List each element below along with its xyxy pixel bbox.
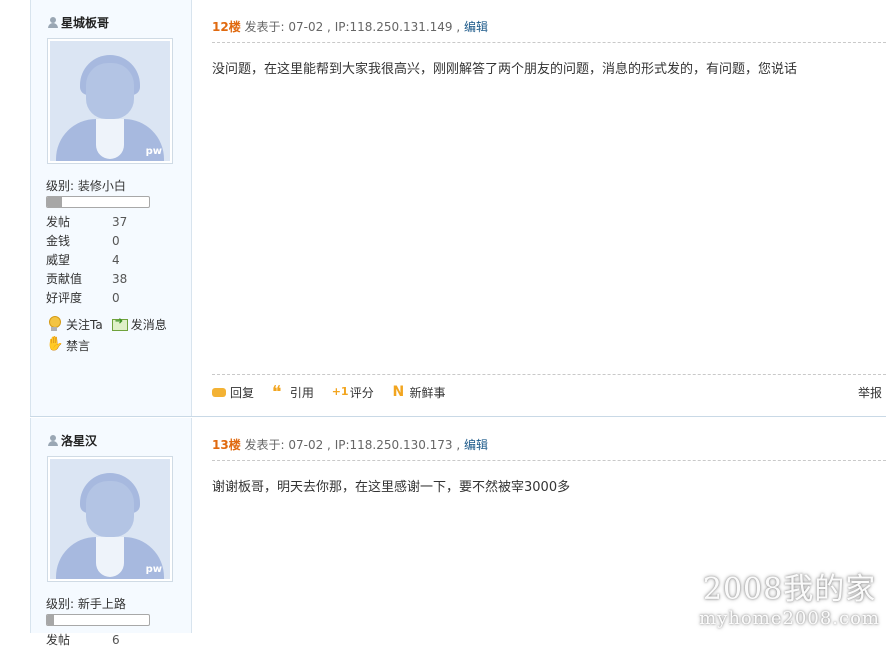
rate-button[interactable]: 评分: [332, 384, 374, 401]
message-button[interactable]: 发消息: [111, 314, 167, 334]
level-progress-bar: [46, 614, 150, 626]
quote-button[interactable]: 引用: [272, 382, 314, 403]
user-sidebar: 星城板哥 pw 级别: 装修小白 发帖 37 金钱 0 威望 4 贡献值 38 好评度 0…: [30, 0, 192, 416]
username[interactable]: 洛星汉: [48, 432, 97, 449]
stat-row: 金钱 0: [46, 233, 120, 249]
avatar-watermark: pw: [145, 564, 162, 575]
edit-link[interactable]: 编辑: [464, 20, 488, 34]
floor-number[interactable]: 13楼: [212, 438, 241, 452]
message-icon: [111, 316, 128, 332]
post-content: 谢谢板哥，明天去你那，在这里感谢一下，要不然被宰3000多: [212, 480, 571, 495]
post-body: 12楼 发表于: 07-02 , IP:118.250.131.149 , 编辑…: [192, 0, 886, 416]
post-header: 12楼 发表于: 07-02 , IP:118.250.131.149 , 编辑: [212, 18, 488, 35]
report-link[interactable]: 举报: [858, 384, 882, 401]
stat-row: 威望 4: [46, 252, 120, 268]
stat-row: 发帖 37: [46, 214, 128, 230]
user-icon: [48, 17, 58, 28]
post-content: 没问题，在这里能帮到大家我很高兴，刚刚解答了两个朋友的问题，消息的形式发的，有问…: [212, 62, 798, 77]
post-footer: 回复 引用 评分 新鲜事 举报: [212, 382, 886, 403]
level-progress-bar: [46, 196, 150, 208]
user-level: 级别: 新手上路: [46, 597, 126, 611]
avatar[interactable]: pw: [47, 456, 173, 582]
bulb-icon: [46, 316, 62, 332]
username-text[interactable]: 星城板哥: [61, 14, 109, 31]
username[interactable]: 星城板哥: [48, 14, 109, 31]
reply-button[interactable]: 回复: [212, 384, 254, 401]
hand-icon: [46, 336, 63, 353]
stat-row: 贡献值 38: [46, 271, 128, 287]
follow-button[interactable]: 关注Ta: [46, 314, 103, 334]
news-icon: [392, 384, 408, 400]
header-divider: [212, 460, 886, 461]
ban-button[interactable]: 禁言: [46, 335, 90, 355]
user-level: 级别: 装修小白: [46, 179, 126, 193]
user-sidebar: 洛星汉 pw 级别: 新手上路 发帖 6: [30, 418, 192, 647]
reply-icon: [212, 386, 228, 400]
footer-divider: [212, 374, 886, 375]
user-icon: [48, 435, 58, 446]
avatar-watermark: pw: [145, 146, 162, 157]
plus-one-icon: [332, 385, 349, 400]
post-divider: [30, 416, 886, 417]
stat-row: 好评度 0: [46, 290, 120, 306]
edit-link[interactable]: 编辑: [464, 438, 488, 452]
user-actions: 关注Ta 发消息 禁言: [46, 314, 191, 356]
username-text[interactable]: 洛星汉: [61, 432, 97, 449]
news-button[interactable]: 新鲜事: [392, 384, 446, 401]
post-meta: 发表于: 07-02 , IP:118.250.131.149 ,: [240, 20, 465, 34]
header-divider: [212, 42, 886, 43]
floor-number[interactable]: 12楼: [212, 20, 241, 34]
quote-icon: [272, 382, 288, 403]
user-stats: 发帖 37 金钱 0 威望 4 贡献值 38 好评度 0: [46, 212, 186, 307]
post-header: 13楼 发表于: 07-02 , IP:118.250.130.173 , 编辑: [212, 436, 488, 453]
avatar[interactable]: pw: [47, 38, 173, 164]
post-12: 星城板哥 pw 级别: 装修小白 发帖 37 金钱 0 威望 4 贡献值 38 好评度 0…: [30, 0, 886, 416]
site-watermark: 2008我的家 myhome2008.com: [699, 572, 880, 629]
post-meta: 发表于: 07-02 , IP:118.250.130.173 ,: [240, 438, 465, 452]
